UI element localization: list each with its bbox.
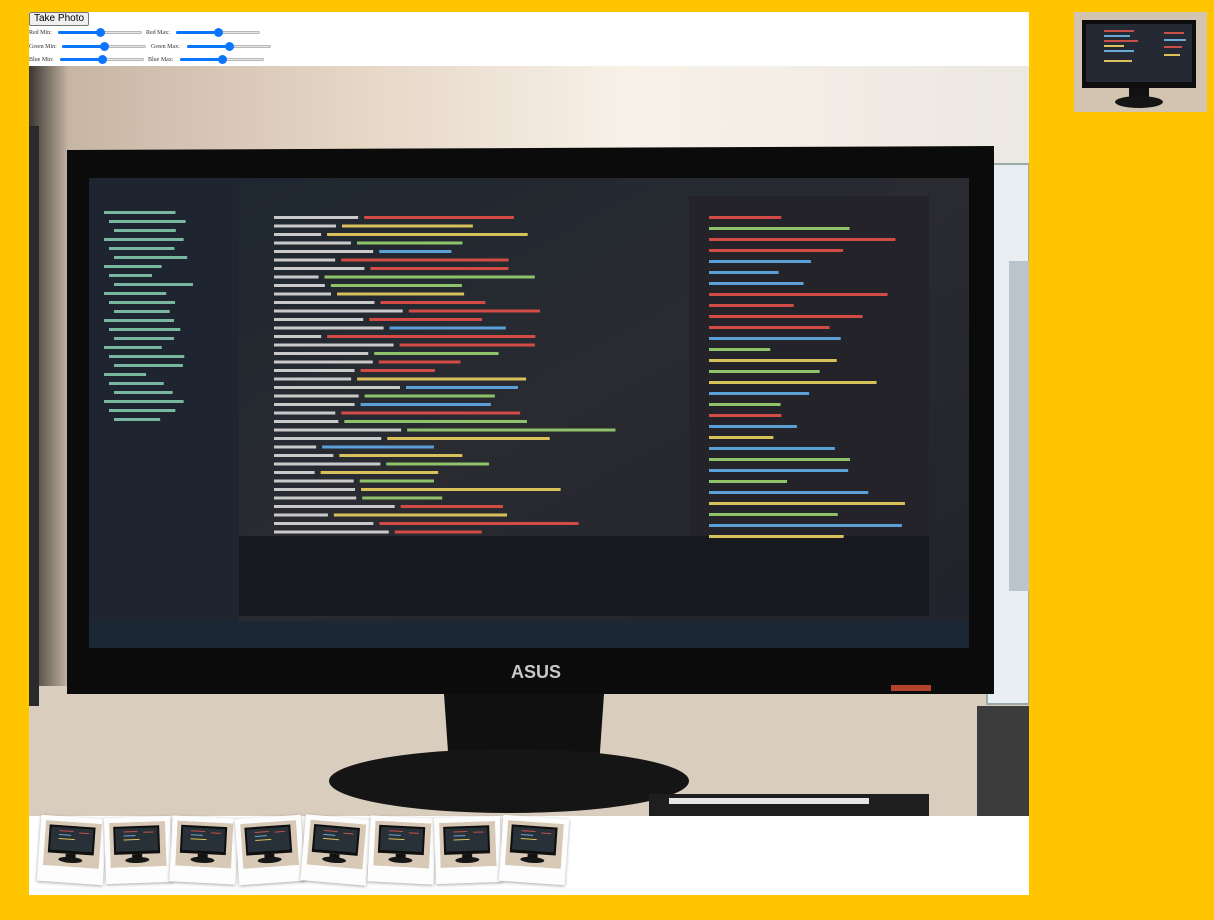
gallery-photo-image [175, 820, 234, 869]
blue-slider-row: Blue Min: Blue Max: [29, 53, 289, 66]
gallery-photo-image [42, 820, 102, 869]
blue-max-label: Blue Max: [148, 57, 174, 63]
gallery-photo[interactable] [36, 814, 108, 886]
gallery-photo[interactable] [433, 815, 503, 885]
red-max-label: Red Max: [146, 30, 170, 36]
gallery-photo[interactable] [234, 814, 306, 886]
slider-thumb[interactable] [218, 55, 227, 64]
slider-thumb[interactable] [214, 28, 223, 37]
slider-thumb[interactable] [100, 42, 109, 51]
green-max-label: Green Max: [151, 44, 180, 50]
green-min-slider[interactable] [62, 42, 146, 51]
gallery-photo[interactable] [169, 815, 239, 885]
gallery-photo-image [504, 820, 564, 869]
slider-thumb[interactable] [96, 28, 105, 37]
slider-thumb[interactable] [225, 42, 234, 51]
gallery-photo-image [240, 820, 300, 869]
monitor-logo: ASUS [511, 662, 561, 682]
gallery-photo[interactable] [498, 814, 570, 886]
red-min-label: Red Min: [29, 30, 52, 36]
gallery-photo[interactable] [367, 815, 437, 885]
green-min-label: Green Min: [29, 44, 57, 50]
latest-photo-preview[interactable] [1074, 12, 1207, 112]
slider-thumb[interactable] [98, 55, 107, 64]
gallery-photo-image [439, 821, 497, 868]
gallery-photo[interactable] [300, 814, 372, 886]
green-slider-row: Green Min: Green Max: [29, 40, 289, 53]
red-slider-row: Red Min: Red Max: [29, 26, 289, 39]
webcam-frame-image: ASUS [29, 66, 1029, 816]
red-min-slider[interactable] [58, 28, 142, 37]
gallery-photo-image [109, 821, 167, 868]
blue-max-slider[interactable] [180, 55, 264, 64]
take-photo-button[interactable]: Take Photo [29, 12, 90, 26]
green-max-slider[interactable] [187, 42, 271, 51]
gallery-photo-image [306, 819, 367, 870]
gallery-photo-image [373, 820, 432, 869]
red-max-slider[interactable] [176, 28, 260, 37]
gallery-photo[interactable] [103, 815, 173, 885]
blue-min-slider[interactable] [60, 55, 144, 64]
photo-booth-panel: Take Photo Red Min: Red Max: Green Min: … [29, 12, 1029, 895]
preview-image [1074, 12, 1207, 112]
blue-min-label: Blue Min: [29, 57, 54, 63]
webcam-video-feed: ASUS [29, 66, 1029, 816]
